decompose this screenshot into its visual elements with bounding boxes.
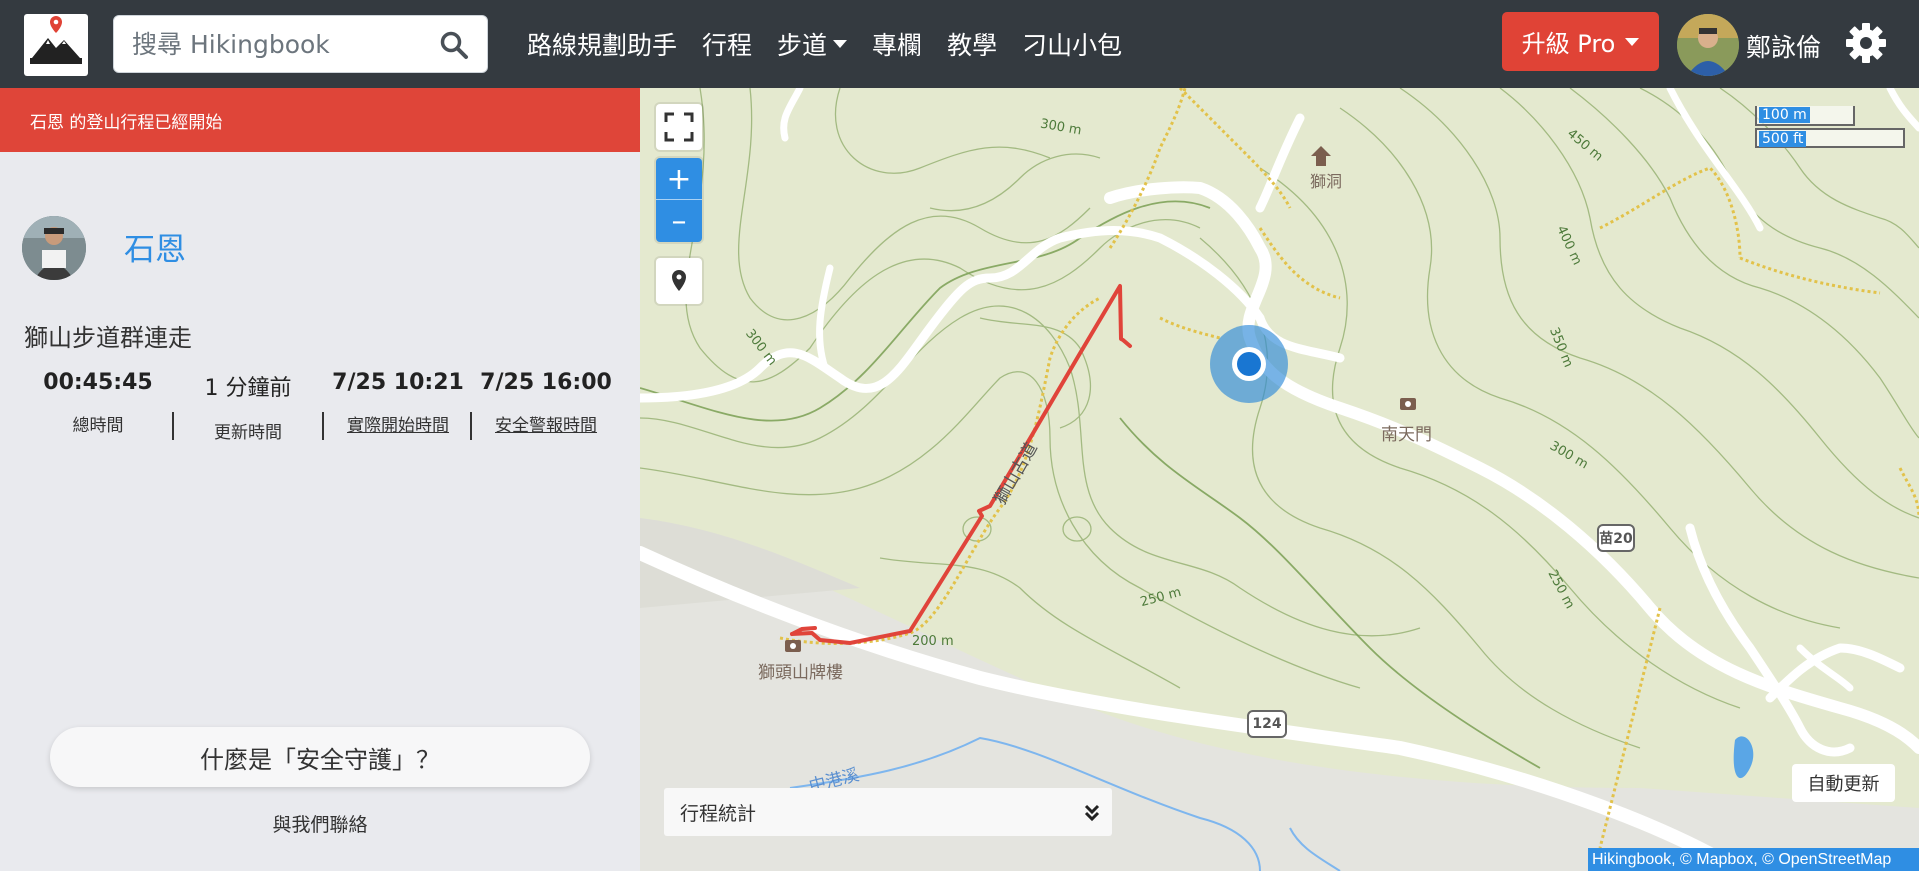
search-input[interactable] xyxy=(132,16,432,72)
stat-value: 00:45:45 xyxy=(43,370,153,395)
poi-cave-label: 獅洞 xyxy=(1310,172,1343,191)
zoom-out-button[interactable]: – xyxy=(656,200,702,242)
scale-bar-metric: 100 m xyxy=(1755,106,1855,126)
stat-total-time: 00:45:45 總時間 xyxy=(24,370,172,436)
upgrade-label: 升級 Pro xyxy=(1521,30,1616,58)
nav-label: 步道 xyxy=(777,31,828,60)
caret-down-icon xyxy=(1625,37,1640,46)
top-navbar: 路線規劃助手 行程 步道 專欄 教學 刁山小包 升級 Pro 鄭詠倫 xyxy=(0,0,1919,88)
map-pin-icon xyxy=(672,270,686,291)
poi-archway-label: 獅頭山牌樓 xyxy=(758,663,843,683)
nav-label: 教學 xyxy=(947,31,998,60)
safety-button-label: 什麼是「安全守護」？ xyxy=(200,745,440,774)
nav-tutorials[interactable]: 教學 xyxy=(947,26,997,62)
stat-value: 7/25 16:00 xyxy=(480,370,612,395)
chevron-double-down-icon xyxy=(1084,804,1100,822)
trail-name: 獅山步道群連走 xyxy=(24,324,192,352)
map-canvas[interactable] xyxy=(640,88,1919,871)
contact-link[interactable]: 與我們聯絡 xyxy=(0,810,640,837)
road-shield-124: 124 xyxy=(1247,710,1287,738)
search-box[interactable] xyxy=(113,15,488,73)
stat-label-link[interactable]: 實際開始時間 xyxy=(324,411,472,436)
safety-guard-button[interactable]: 什麼是「安全守護」？ xyxy=(50,727,590,787)
fullscreen-icon xyxy=(664,112,694,142)
nav-trails-dropdown[interactable]: 步道 xyxy=(777,26,848,62)
hikingbook-logo[interactable] xyxy=(24,14,88,76)
locate-button[interactable] xyxy=(656,258,702,304)
caret-down-icon xyxy=(833,40,848,48)
trip-stats-label: 行程統計 xyxy=(680,802,757,825)
stat-updated-time: 1 分鐘前 更新時間 xyxy=(174,370,322,443)
map-attribution[interactable]: Hikingbook, © Mapbox, © OpenStreetMap xyxy=(1588,848,1919,871)
map-view[interactable]: + – 100 m 500 ft 獅洞 南天門 獅頭山牌樓 獅山古道 中港溪 3… xyxy=(640,88,1919,871)
stat-label: 更新時間 xyxy=(214,423,282,443)
poi-south-gate-label: 南天門 xyxy=(1381,425,1432,445)
main-nav: 路線規劃助手 行程 步道 專欄 教學 刁山小包 xyxy=(527,0,1147,88)
user-name[interactable]: 鄭詠倫 xyxy=(1746,28,1821,64)
trip-stats: 00:45:45 總時間 1 分鐘前 更新時間 7/25 10:21 實際開始時… xyxy=(24,370,618,450)
nav-label: 路線規劃助手 xyxy=(527,31,678,60)
map-scale: 100 m 500 ft xyxy=(1755,104,1905,148)
nav-shop[interactable]: 刁山小包 xyxy=(1022,26,1122,62)
trip-stats-dropdown[interactable]: 行程統計 xyxy=(664,788,1112,836)
zoom-control: + – xyxy=(656,158,702,242)
stat-value: 7/25 10:21 xyxy=(332,370,464,395)
upgrade-pro-button[interactable]: 升級 Pro xyxy=(1502,12,1659,71)
nav-trips[interactable]: 行程 xyxy=(702,26,752,62)
stat-safety-alert: 7/25 16:00 安全警報時間 xyxy=(472,370,620,436)
hiker-name-link[interactable]: 石恩 xyxy=(124,224,186,269)
stat-value: 1 分鐘前 xyxy=(204,376,292,401)
scale-bar-imperial: 500 ft xyxy=(1755,128,1905,148)
zoom-in-label: + xyxy=(666,161,692,197)
nav-route-planner[interactable]: 路線規劃助手 xyxy=(527,26,677,62)
zoom-out-label: – xyxy=(671,203,687,239)
nav-label: 行程 xyxy=(702,31,753,60)
gear-icon[interactable] xyxy=(1845,22,1887,64)
user-avatar[interactable] xyxy=(1677,14,1739,76)
stat-label-link[interactable]: 安全警報時間 xyxy=(472,411,620,436)
zoom-in-button[interactable]: + xyxy=(656,158,702,200)
contact-text: 與我們聯絡 xyxy=(272,814,368,836)
stat-actual-start: 7/25 10:21 實際開始時間 xyxy=(324,370,472,436)
nav-label: 刁山小包 xyxy=(1022,31,1123,60)
nav-label: 專欄 xyxy=(872,31,923,60)
scale-metric-label: 100 m xyxy=(1759,107,1810,123)
fullscreen-button[interactable] xyxy=(656,104,702,150)
alert-text: 石恩 的登山行程已經開始 xyxy=(30,112,223,133)
scale-imperial-label: 500 ft xyxy=(1759,131,1807,147)
tracking-sidebar: 石恩 的登山行程已經開始 石恩 獅山步道群連走 00:45:45 總時間 1 分… xyxy=(0,88,640,871)
nav-columns[interactable]: 專欄 xyxy=(872,26,922,62)
search-icon[interactable] xyxy=(439,30,469,60)
road-shield-miao20: 苗20 xyxy=(1597,524,1635,552)
trip-started-alert: 石恩 的登山行程已經開始 xyxy=(0,88,640,152)
auto-refresh-button[interactable]: 自動更新 xyxy=(1792,764,1895,802)
stat-label: 總時間 xyxy=(72,416,124,436)
auto-refresh-label: 自動更新 xyxy=(1807,774,1880,795)
hiker-avatar xyxy=(22,216,86,280)
contour-label: 200 m xyxy=(912,634,954,649)
attribution-text: Hikingbook, © Mapbox, © OpenStreetMap xyxy=(1592,850,1892,868)
